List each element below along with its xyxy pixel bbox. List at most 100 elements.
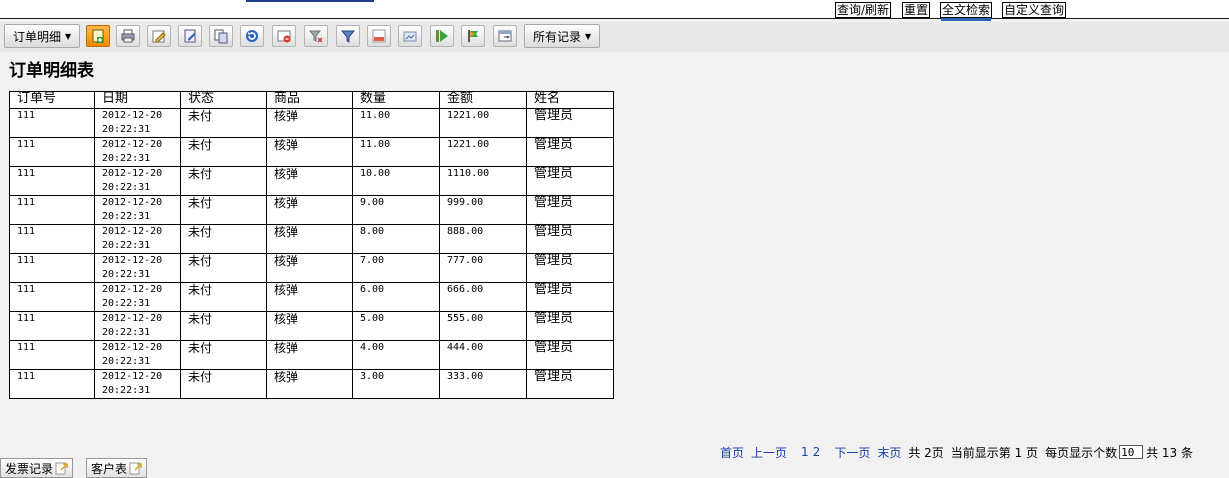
cell-order-no: 111	[9, 137, 95, 167]
table-row[interactable]: 111 2012-12-20 20:22:31 未付 核弹 9.00 999.00 管理员	[9, 195, 614, 225]
cell-order-no: 111	[9, 340, 95, 370]
cell-name: 管理员	[526, 311, 614, 341]
customer-table-label: 客户表	[91, 461, 128, 476]
copy-button[interactable]	[209, 25, 233, 47]
last-page-link[interactable]: 末页	[877, 444, 901, 461]
column-header-quantity[interactable]: 数量	[352, 91, 440, 109]
clear-filter-icon	[308, 30, 323, 43]
delete-button[interactable]	[272, 25, 296, 47]
prev-page-link[interactable]: 上一页	[751, 444, 787, 461]
clear-filter-button[interactable]	[304, 25, 328, 47]
table-row[interactable]: 111 2012-12-20 20:22:31 未付 核弹 3.00 333.00 管理员	[9, 369, 614, 399]
query-refresh-link[interactable]: 查询/刷新	[835, 2, 892, 18]
batch-edit-button[interactable]	[178, 25, 202, 47]
flag-button[interactable]	[461, 25, 485, 47]
reset-link[interactable]: 重置	[902, 2, 931, 18]
table-row[interactable]: 111 2012-12-20 20:22:31 未付 核弹 11.00 1221.00 管理员	[9, 137, 614, 167]
page-title: 订单明细表	[9, 61, 94, 81]
edit-button[interactable]	[147, 25, 171, 47]
cell-date-value: 2012-12-20	[102, 168, 163, 179]
add-record-button[interactable]	[86, 25, 110, 47]
cell-quantity: 6.00	[352, 282, 440, 312]
custom-query-link[interactable]: 自定义查询	[1002, 2, 1067, 18]
cell-time-value: 20:22:31	[102, 356, 151, 367]
cell-product: 核弹	[266, 311, 353, 341]
table-row[interactable]: 111 2012-12-20 20:22:31 未付 核弹 6.00 666.00 管理员	[9, 282, 614, 312]
table-row[interactable]: 111 2012-12-20 20:22:31 未付 核弹 5.00 555.00 管理员	[9, 311, 614, 341]
column-header-date[interactable]: 日期	[94, 91, 181, 109]
cell-date: 2012-12-20 20:22:31	[94, 253, 181, 283]
pagination: 首页 上一页 1 2 下一页 末页 共 2页 当前显示第 1 页 每页显示个数 …	[720, 444, 1193, 460]
cell-time-value: 20:22:31	[102, 153, 151, 164]
cell-amount: 555.00	[439, 311, 527, 341]
export-button[interactable]	[367, 25, 391, 47]
cell-name: 管理员	[526, 253, 614, 283]
print-icon	[121, 29, 135, 43]
cell-quantity: 11.00	[352, 137, 440, 167]
cell-date: 2012-12-20 20:22:31	[94, 195, 181, 225]
table-row[interactable]: 111 2012-12-20 20:22:31 未付 核弹 7.00 777.00 管理员	[9, 253, 614, 283]
cell-product: 核弹	[266, 369, 353, 399]
column-header-status[interactable]: 状态	[180, 91, 267, 109]
flag-icon	[468, 30, 478, 42]
cell-name: 管理员	[526, 282, 614, 312]
cell-time-value: 20:22:31	[102, 124, 151, 135]
delete-icon	[277, 30, 291, 43]
cell-time-value: 20:22:31	[102, 298, 151, 309]
page-1-link[interactable]: 1	[801, 445, 809, 459]
page-size-label: 每页显示个数	[1045, 445, 1118, 460]
refresh-icon	[246, 30, 258, 42]
filter-menu-label: 所有记录	[533, 29, 582, 44]
top-accent-line	[246, 0, 374, 2]
cell-name: 管理员	[526, 224, 614, 254]
refresh-button[interactable]	[240, 25, 264, 47]
import-button[interactable]	[398, 25, 422, 47]
total-pages-text: 共 2页	[908, 445, 944, 460]
page-2-link[interactable]: 2	[813, 445, 821, 459]
column-header-product[interactable]: 商品	[266, 91, 353, 109]
customer-table-tab[interactable]: 客户表	[86, 458, 148, 478]
table-row[interactable]: 111 2012-12-20 20:22:31 未付 核弹 4.00 444.00 管理员	[9, 340, 614, 370]
cell-amount: 1221.00	[439, 108, 527, 138]
cell-date: 2012-12-20 20:22:31	[94, 340, 181, 370]
cell-quantity: 8.00	[352, 224, 440, 254]
cell-product: 核弹	[266, 166, 353, 196]
table-menu-label: 订单明细	[13, 29, 62, 44]
cell-status: 未付	[180, 282, 267, 312]
cell-quantity: 9.00	[352, 195, 440, 225]
cell-quantity: 4.00	[352, 340, 440, 370]
table-row[interactable]: 111 2012-12-20 20:22:31 未付 核弹 10.00 1110.00 管理员	[9, 166, 614, 196]
copy-icon	[214, 29, 228, 44]
table-menu-button[interactable]: 订单明细 ▼	[4, 24, 81, 48]
table-row[interactable]: 111 2012-12-20 20:22:31 未付 核弹 11.00 1221.00 管理员	[9, 108, 614, 138]
cell-order-no: 111	[9, 195, 95, 225]
cell-date-value: 2012-12-20	[102, 284, 163, 295]
cell-date-value: 2012-12-20	[102, 226, 163, 237]
column-header-name[interactable]: 姓名	[526, 91, 614, 109]
run-icon	[436, 30, 448, 42]
cell-product: 核弹	[266, 195, 353, 225]
cell-name: 管理员	[526, 340, 614, 370]
column-header-amount[interactable]: 金额	[439, 91, 527, 109]
next-page-link[interactable]: 下一页	[834, 444, 870, 461]
first-page-link[interactable]: 首页	[720, 444, 744, 461]
run-button[interactable]	[430, 25, 454, 47]
cell-amount: 666.00	[439, 282, 527, 312]
cell-time-value: 20:22:31	[102, 269, 151, 280]
cell-time-value: 20:22:31	[102, 240, 151, 251]
print-button[interactable]	[116, 25, 140, 47]
column-header-order-no[interactable]: 订单号	[9, 91, 95, 109]
invoice-records-tab[interactable]: 发票记录	[0, 458, 74, 478]
cell-status: 未付	[180, 195, 267, 225]
page-size-input[interactable]	[1119, 445, 1144, 459]
fulltext-search-link[interactable]: 全文检索	[940, 2, 993, 18]
cell-product: 核弹	[266, 224, 353, 254]
window-button[interactable]	[493, 25, 517, 47]
cell-amount: 1221.00	[439, 137, 527, 167]
table-row[interactable]: 111 2012-12-20 20:22:31 未付 核弹 8.00 888.00 管理员	[9, 224, 614, 254]
cell-quantity: 11.00	[352, 108, 440, 138]
cell-amount: 444.00	[439, 340, 527, 370]
cell-date-value: 2012-12-20	[102, 313, 163, 324]
filter-button[interactable]	[336, 25, 360, 47]
filter-menu-button[interactable]: 所有记录 ▼	[524, 24, 601, 48]
